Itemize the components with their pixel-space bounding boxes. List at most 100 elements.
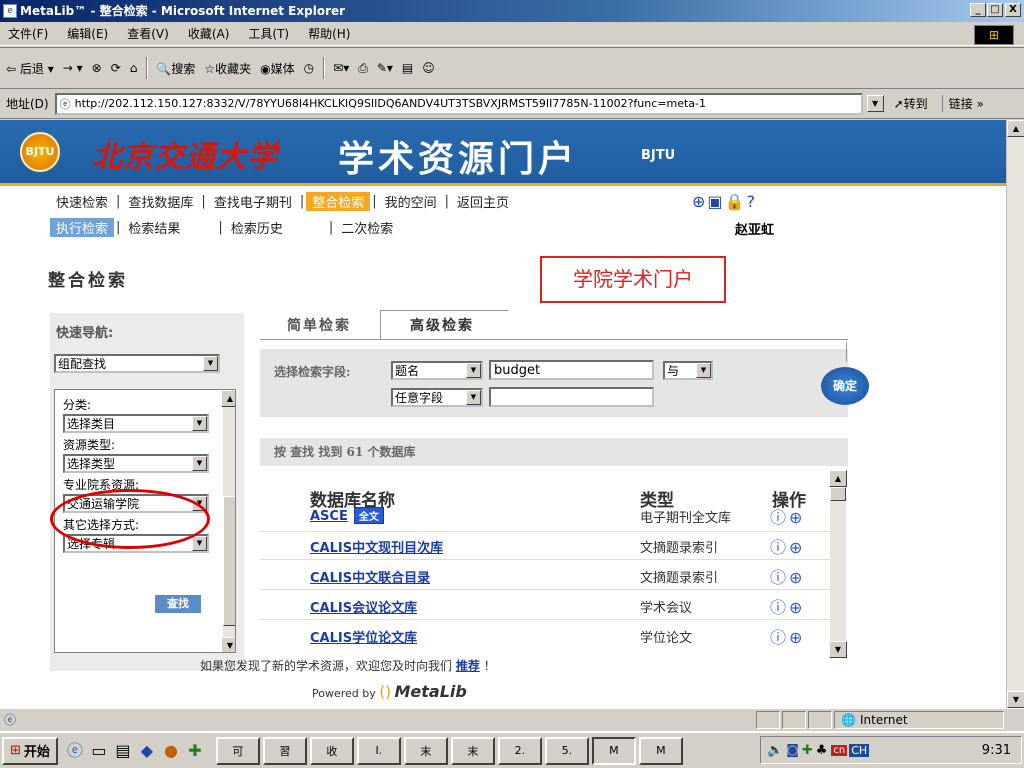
scroll-thumb[interactable] [223,496,235,626]
history-icon[interactable]: ◷ [304,61,314,75]
filter-scrollbar[interactable]: ▲ ▼ [221,390,235,652]
links-button[interactable]: 链接 » [941,95,984,112]
globe-icon[interactable]: ⊕ [692,192,707,211]
volume-icon[interactable]: 🔈 [767,743,783,758]
info-icon[interactable]: ⓘ [770,598,789,617]
nav-metasearch[interactable]: 整合检索 [306,191,371,211]
submit-search-button[interactable]: 确定 [821,367,869,405]
app2-quicklaunch-icon[interactable]: ● [160,740,182,762]
edit-icon[interactable]: ✎▾ [377,61,393,75]
maximize-button[interactable]: □ [987,3,1003,17]
subnav-refine[interactable]: 二次检索 [335,218,399,237]
add-icon[interactable]: ⊕ [789,598,805,617]
quick-nav-select[interactable]: 组配查找 ▼ [54,354,220,373]
mail-icon[interactable]: ✉▾ [333,61,349,75]
tray-app2-icon[interactable]: ✚ [802,743,813,758]
operator-select[interactable]: 与 ▼ [663,361,713,380]
menu-help[interactable]: 帮助(H) [308,25,350,42]
taskbar-item[interactable]: M [638,736,683,765]
db-link[interactable]: ASCE [310,509,348,524]
nav-quick-search[interactable]: 快速检索 [50,192,114,211]
find-button[interactable]: 查找 [155,595,201,613]
taskbar-item[interactable]: 末 [450,736,495,765]
tray-app3-icon[interactable]: ♣ [816,743,828,758]
minimize-button[interactable]: _ [970,3,986,17]
taskbar-item[interactable]: 2. [497,736,542,765]
add-icon[interactable]: ⊕ [789,628,805,647]
notepad-quicklaunch-icon[interactable]: ▤ [112,740,134,762]
nav-home[interactable]: 返回主页 [451,192,515,211]
taskbar-item[interactable]: 可 [215,736,260,765]
db-link[interactable]: CALIS中文联合目录 [310,567,430,586]
scroll-down-icon[interactable]: ▼ [829,641,847,658]
taskbar-item[interactable]: 收 [309,736,354,765]
discuss-icon[interactable]: ▤ [402,61,413,75]
taskbar-item[interactable]: I. [356,736,401,765]
subnav-execute-search[interactable]: 执行检索 [50,217,115,237]
menu-edit[interactable]: 编辑(E) [67,25,108,42]
tab-simple-search[interactable]: 简单检索 [287,315,351,335]
taskbar-item[interactable]: 末 [403,736,448,765]
taskbar-item[interactable]: 5. [544,736,589,765]
category-select[interactable]: 选择类目 ▼ [63,414,209,433]
subnav-results[interactable]: 检索结果 [122,218,186,237]
lock-icon[interactable]: 🔒 [725,192,747,211]
results-scrollbar[interactable]: ▲ ▼ [829,470,847,658]
add-icon[interactable]: ⊕ [789,568,805,587]
add-icon[interactable]: ⊕ [789,508,805,527]
page-scrollbar[interactable]: ▲ ▼ [1006,120,1024,708]
app3-quicklaunch-icon[interactable]: ✚ [184,740,206,762]
favorites-button[interactable]: ☆收藏夹 [204,60,251,77]
ime-icon[interactable]: cn [831,744,848,756]
info-icon[interactable]: ⓘ [770,508,789,527]
tab-advanced-search[interactable]: 高级检索 [410,315,474,335]
print-icon[interactable]: ⎙ [358,61,368,76]
nav-find-database[interactable]: 查找数据库 [122,192,199,211]
menu-file[interactable]: 文件(F) [8,25,48,42]
messenger-icon[interactable]: ☺ [422,61,435,75]
ie-quicklaunch-icon[interactable]: ⓔ [64,740,86,762]
help-icon[interactable]: ? [746,192,757,211]
recommend-link[interactable]: 推荐 [456,659,480,673]
card-icon[interactable]: ▣ [707,192,724,211]
term1-input[interactable]: budget [489,360,654,380]
search-button[interactable]: 🔍搜索 [156,60,195,77]
scroll-up-icon[interactable]: ▲ [221,390,235,407]
field2-select[interactable]: 任意字段 ▼ [391,388,483,407]
scroll-up-icon[interactable]: ▲ [1007,120,1024,137]
db-link[interactable]: CALIS中文现刊目次库 [310,537,443,556]
menu-view[interactable]: 查看(V) [127,25,169,42]
media-button[interactable]: ◉媒体 [260,60,295,77]
address-input[interactable]: ⓔ http://202.112.150.127:8332/V/78YYU68I… [54,92,863,115]
subnav-history[interactable]: 检索历史 [225,218,289,237]
forward-button[interactable]: → ▾ [63,61,83,75]
address-dropdown-button[interactable]: ▼ [866,95,884,112]
menu-favorites[interactable]: 收藏(A) [188,25,230,42]
scroll-down-icon[interactable]: ▼ [221,637,235,652]
scroll-up-icon[interactable]: ▲ [829,470,847,487]
taskbar-item-active[interactable]: M [591,736,636,765]
go-button[interactable]: ➚转到 [894,95,928,112]
app-quicklaunch-icon[interactable]: ◆ [136,740,158,762]
nav-find-ejournal[interactable]: 查找电子期刊 [208,192,298,211]
term2-input[interactable] [489,387,654,407]
home-icon[interactable]: ⌂ [130,61,138,75]
refresh-icon[interactable]: ⟳ [111,61,121,75]
resource-type-select[interactable]: 选择类型 ▼ [63,454,209,473]
ime-lang[interactable]: CH [849,743,870,757]
scroll-thumb[interactable] [830,487,846,501]
db-link[interactable]: CALIS会议论文库 [310,597,417,616]
add-icon[interactable]: ⊕ [789,538,805,557]
fulltext-badge[interactable]: 全文 [353,507,384,524]
info-icon[interactable]: ⓘ [770,628,789,647]
start-button[interactable]: ⊞ 开始 [2,736,58,765]
field1-select[interactable]: 题名 ▼ [391,361,483,380]
close-button[interactable]: X [1005,3,1021,17]
stop-icon[interactable]: ⊗ [92,61,102,75]
info-icon[interactable]: ⓘ [770,538,789,557]
back-button[interactable]: ⇦ 后退 ▾ [6,60,54,77]
scroll-down-icon[interactable]: ▼ [1007,691,1024,708]
info-icon[interactable]: ⓘ [770,568,789,587]
tray-app-icon[interactable]: ◙ [786,743,799,758]
db-link[interactable]: CALIS学位论文库 [310,627,417,646]
